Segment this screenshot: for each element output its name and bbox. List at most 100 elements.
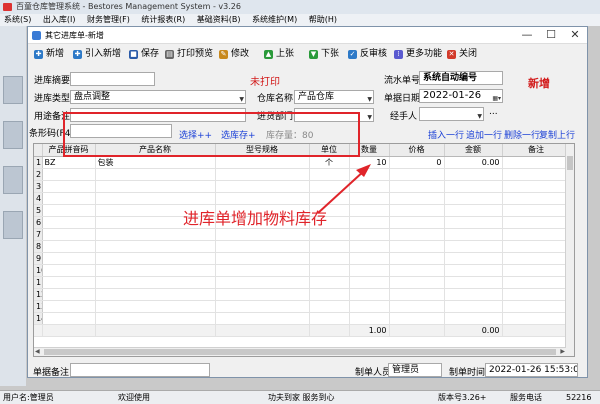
table-cell[interactable] xyxy=(389,192,445,205)
table-row[interactable]: 11 xyxy=(34,276,571,289)
table-cell[interactable] xyxy=(42,180,96,193)
table-cell[interactable] xyxy=(309,264,350,277)
table-cell[interactable] xyxy=(444,228,503,241)
table-cell[interactable] xyxy=(444,216,503,229)
table-cell[interactable] xyxy=(349,288,390,301)
table-cell[interactable] xyxy=(349,192,390,205)
table-cell[interactable] xyxy=(42,312,96,325)
table-cell[interactable] xyxy=(502,180,571,193)
table-cell[interactable]: 0 xyxy=(389,156,445,169)
table-cell[interactable] xyxy=(349,204,390,217)
column-header[interactable]: 价格 xyxy=(389,144,445,157)
nav-block[interactable] xyxy=(3,211,23,239)
warehouse-select[interactable]: 产品仓库 ▼ xyxy=(294,90,374,104)
table-cell[interactable] xyxy=(215,288,310,301)
minimize-button[interactable]: — xyxy=(515,27,539,44)
table-cell[interactable] xyxy=(42,204,96,217)
next-button[interactable]: ▼ 下张 xyxy=(309,48,339,61)
table-cell[interactable] xyxy=(42,264,96,277)
table-cell[interactable] xyxy=(389,276,445,289)
table-row[interactable]: 9 xyxy=(34,252,571,265)
table-row[interactable]: 1 BZ 包装 个 10 0 0.00 xyxy=(34,156,571,169)
table-cell[interactable] xyxy=(444,264,503,277)
table-cell[interactable] xyxy=(502,204,571,217)
table-cell[interactable] xyxy=(349,240,390,253)
table-cell[interactable] xyxy=(95,312,216,325)
table-cell[interactable] xyxy=(349,228,390,241)
nav-block[interactable] xyxy=(3,76,23,104)
table-cell[interactable] xyxy=(389,264,445,277)
table-cell[interactable] xyxy=(389,180,445,193)
table-cell[interactable] xyxy=(502,300,571,313)
nav-block[interactable] xyxy=(3,166,23,194)
table-cell[interactable] xyxy=(42,276,96,289)
table-cell[interactable] xyxy=(42,288,96,301)
table-cell[interactable] xyxy=(309,312,350,325)
table-cell[interactable] xyxy=(42,228,96,241)
type-select[interactable]: 盘点调整 ▼ xyxy=(70,90,246,104)
column-header[interactable]: 金额 xyxy=(444,144,503,157)
scroll-right-icon[interactable]: ▶ xyxy=(560,348,565,356)
table-cell[interactable] xyxy=(444,252,503,265)
column-header[interactable] xyxy=(34,144,43,157)
table-cell[interactable] xyxy=(349,312,390,325)
table-cell[interactable] xyxy=(502,228,571,241)
table-cell[interactable] xyxy=(502,312,571,325)
summary-input[interactable] xyxy=(70,72,155,86)
table-row[interactable]: 8 xyxy=(34,240,571,253)
close-window-button[interactable]: ✕ xyxy=(563,27,587,44)
table-cell[interactable] xyxy=(309,168,350,181)
scroll-left-icon[interactable]: ◀ xyxy=(35,348,40,356)
handler-select[interactable]: ▼ xyxy=(419,107,484,121)
menu-maintenance[interactable]: 系统维护(M) xyxy=(252,15,297,24)
table-cell[interactable] xyxy=(389,228,445,241)
table-cell[interactable] xyxy=(444,288,503,301)
table-cell[interactable] xyxy=(444,312,503,325)
table-cell[interactable]: 10 xyxy=(349,156,390,169)
table-row[interactable]: 4 xyxy=(34,192,571,205)
table-cell[interactable] xyxy=(389,168,445,181)
table-cell[interactable] xyxy=(309,252,350,265)
table-cell[interactable] xyxy=(389,252,445,265)
table-cell[interactable] xyxy=(444,204,503,217)
close-button[interactable]: ✕ 关闭 xyxy=(447,48,477,61)
table-cell[interactable] xyxy=(389,240,445,253)
table-cell[interactable] xyxy=(349,216,390,229)
table-row[interactable]: 10 xyxy=(34,264,571,277)
table-cell[interactable] xyxy=(444,180,503,193)
table-cell[interactable] xyxy=(215,168,310,181)
note-input[interactable] xyxy=(70,363,210,377)
table-cell[interactable] xyxy=(309,288,350,301)
table-cell[interactable] xyxy=(42,240,96,253)
print-preview-button[interactable]: ▤ 打印预览 xyxy=(165,48,213,61)
menu-basic-data[interactable]: 基础资料(B) xyxy=(197,15,241,24)
serial-input[interactable]: 系统自动编号 xyxy=(419,71,503,85)
table-cell[interactable] xyxy=(309,276,350,289)
table-cell[interactable] xyxy=(444,300,503,313)
table-cell[interactable] xyxy=(95,228,216,241)
table-cell[interactable] xyxy=(95,240,216,253)
table-cell[interactable] xyxy=(95,252,216,265)
menu-finance[interactable]: 财务管理(F) xyxy=(87,15,130,24)
table-cell[interactable]: 包装 xyxy=(95,156,216,169)
table-cell[interactable] xyxy=(215,264,310,277)
table-cell[interactable] xyxy=(215,300,310,313)
table-cell[interactable] xyxy=(215,276,310,289)
table-row[interactable]: 12 xyxy=(34,288,571,301)
table-cell[interactable] xyxy=(349,168,390,181)
table-cell[interactable] xyxy=(502,168,571,181)
maximize-button[interactable]: ☐ xyxy=(539,27,563,44)
table-cell[interactable] xyxy=(309,240,350,253)
table-cell[interactable] xyxy=(349,264,390,277)
table-cell[interactable] xyxy=(389,300,445,313)
table-cell[interactable] xyxy=(502,288,571,301)
calendar-icon[interactable]: ▦▾ xyxy=(492,93,501,102)
table-cell[interactable] xyxy=(95,168,216,181)
more-functions-button[interactable]: ⁞ 更多功能 xyxy=(394,48,442,61)
table-cell[interactable] xyxy=(444,276,503,289)
append-row-link[interactable]: 追加一行 xyxy=(466,128,502,141)
table-cell[interactable] xyxy=(309,192,350,205)
table-cell[interactable] xyxy=(502,240,571,253)
menu-help[interactable]: 帮助(H) xyxy=(309,15,337,24)
table-cell[interactable] xyxy=(95,192,216,205)
